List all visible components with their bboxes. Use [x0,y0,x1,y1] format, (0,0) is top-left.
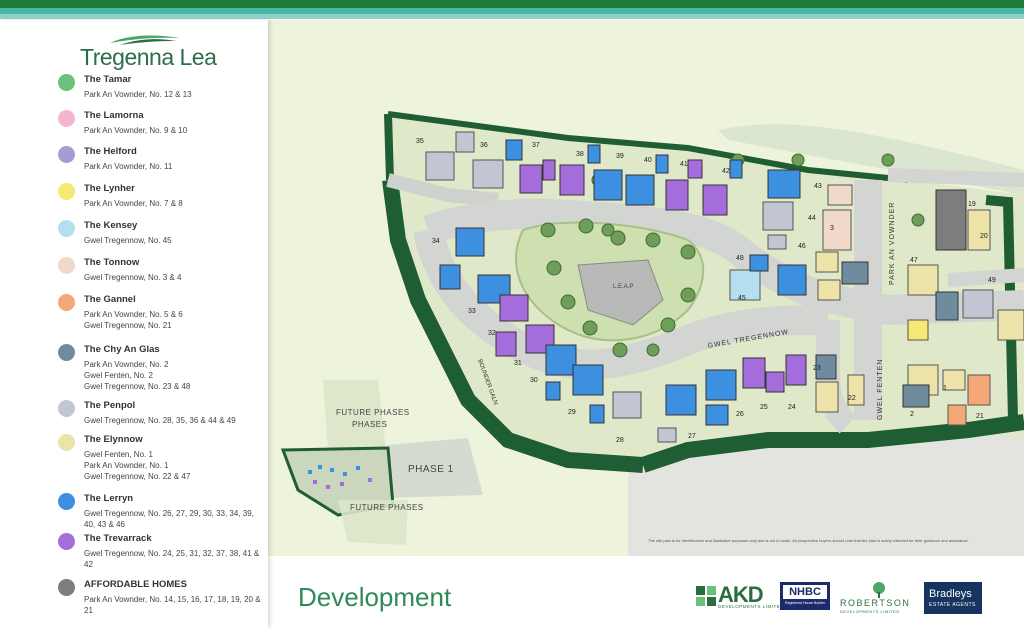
nhbc-logo: NHBC Registered House Builder [780,582,830,610]
legend-item-title: The Chy An Glas [84,344,160,355]
svg-text:31: 31 [514,360,522,367]
robertson-logo: ROBERTSON DEVELOPMENTS LIMITED [840,582,916,614]
house-type-color-dot [58,493,75,510]
svg-text:3: 3 [830,225,834,232]
legend-item-title: The Kensey [84,220,138,231]
house-type-color-dot [58,183,75,200]
legend-item-title: The Tamar [84,74,132,85]
svg-text:26: 26 [736,411,744,418]
disclaimer: The site plan is for identification and … [648,538,969,543]
svg-text:43: 43 [814,183,822,190]
svg-text:21: 21 [976,413,984,420]
legend-item-title: The Lerryn [84,493,134,504]
top-banner [0,0,1024,20]
tree-icon [873,582,885,598]
svg-text:37: 37 [532,142,540,149]
svg-text:40: 40 [644,157,652,164]
svg-text:47: 47 [910,257,918,264]
legend-item-title: The Lamorna [84,110,144,121]
legend-item-desc: Gwel Tregennow, No. 26, 27, 29, 30, 33, … [84,509,254,529]
house-type-color-dot [58,220,75,237]
legend-item-desc: Park An Vownder, No. 12 & 13 [84,90,192,99]
legend-item-desc: Park An Vownder, No. 11 [84,162,173,171]
svg-text:45: 45 [738,295,746,302]
svg-text:34: 34 [432,238,440,245]
legend-item-desc: Gwel Tregennow, No. 45 [84,236,172,245]
legend-panel: Tregenna Lea The Tamar Park An Vownder, … [0,20,268,628]
svg-text:FUTURE PHASES: FUTURE PHASES [336,408,410,417]
legend-item-title: AFFORDABLE HOMES [84,579,187,590]
svg-text:22: 22 [848,395,856,402]
house-type-color-dot [58,74,75,91]
svg-text:1: 1 [943,385,947,392]
svg-text:32: 32 [488,330,496,337]
legend-item-title: The Tonnow [84,257,140,268]
svg-text:L.E.A.P: L.E.A.P [613,284,633,290]
site-plan-svg: L.E.A.P GWEL TREGENNOW PARK AN VOWNDER G… [268,20,1024,556]
svg-text:44: 44 [808,215,816,222]
house-type-color-dot [58,400,75,417]
house-type-color-dot [58,533,75,550]
house-type-color-dot [58,257,75,274]
svg-text:2: 2 [910,411,914,418]
akd-logo: AKD DEVELOPMENTS LIMITED [696,582,784,614]
svg-text:30: 30 [530,377,538,384]
development-title: Development [298,582,452,612]
svg-text:33: 33 [468,308,476,315]
svg-text:PHASE 1: PHASE 1 [408,464,454,475]
svg-text:25: 25 [760,404,768,411]
street-label: PARK AN VOWNDER [889,202,896,285]
svg-text:42: 42 [722,168,730,175]
svg-text:20: 20 [980,233,988,240]
site-plan-map[interactable]: L.E.A.P GWEL TREGENNOW PARK AN VOWNDER G… [268,20,1024,556]
svg-text:27: 27 [688,433,696,440]
footer: Development AKD DEVELOPMENTS LIMITED NHB… [268,556,1024,628]
bradleys-logo: Bradleys ESTATE AGENTS [924,582,982,614]
svg-text:49: 49 [988,277,996,284]
legend-item-title: The Elynnow [84,434,143,445]
svg-text:36: 36 [480,142,488,149]
legend-item-title: The Penpol [84,400,136,411]
house-type-color-dot [58,579,75,596]
legend-item-desc: Park An Vownder, No. 7 & 8 [84,199,183,208]
legend-item-title: The Gannel [84,294,136,305]
svg-text:FUTURE PHASES: FUTURE PHASES [350,503,424,512]
svg-text:24: 24 [788,404,796,411]
brand-name: Tregenna Lea [80,44,217,70]
legend-item-desc: Gwel Tregennow, No. 24, 25, 31, 32, 37, … [84,549,260,569]
legend-item-title: The Helford [84,146,137,157]
svg-text:35: 35 [416,138,424,145]
svg-text:46: 46 [798,243,806,250]
svg-text:38: 38 [576,151,584,158]
svg-text:48: 48 [736,255,744,262]
svg-text:41: 41 [680,161,688,168]
brand-logo: Tregenna Lea [80,34,217,70]
legend-item-title: The Trevarrack [84,533,152,544]
svg-text:19: 19 [968,201,976,208]
house-type-color-dot [58,110,75,127]
svg-text:PHASES: PHASES [352,420,387,429]
house-type-color-dot [58,146,75,163]
legend-item-desc: Park An Vownder, No. 5 & 6 Gwel Tregenno… [84,310,183,330]
legend-item-desc: Gwel Fenten, No. 1 Park An Vownder, No. … [84,450,191,481]
house-type-color-dot [58,344,75,361]
svg-text:23: 23 [813,365,821,372]
house-type-color-dot [58,434,75,451]
legend-item-desc: Park An Vownder, No. 14, 15, 16, 17, 18,… [84,595,261,615]
akd-squares-icon [696,586,716,606]
legend-item-desc: Park An Vownder, No. 9 & 10 [84,126,188,135]
legend-item-desc: Gwel Tregennow, No. 28, 35, 36 & 44 & 49 [84,416,236,425]
legend-item-desc: Gwel Tregennow, No. 3 & 4 [84,273,182,282]
legend-item-title: The Lynher [84,183,135,194]
svg-text:39: 39 [616,153,624,160]
street-label: GWEL FENTEN [877,359,884,420]
legend-item-desc: Park An Vownder, No. 2 Gwel Fenten, No. … [84,360,191,391]
house-type-color-dot [58,294,75,311]
svg-text:29: 29 [568,409,576,416]
svg-text:28: 28 [616,437,624,444]
